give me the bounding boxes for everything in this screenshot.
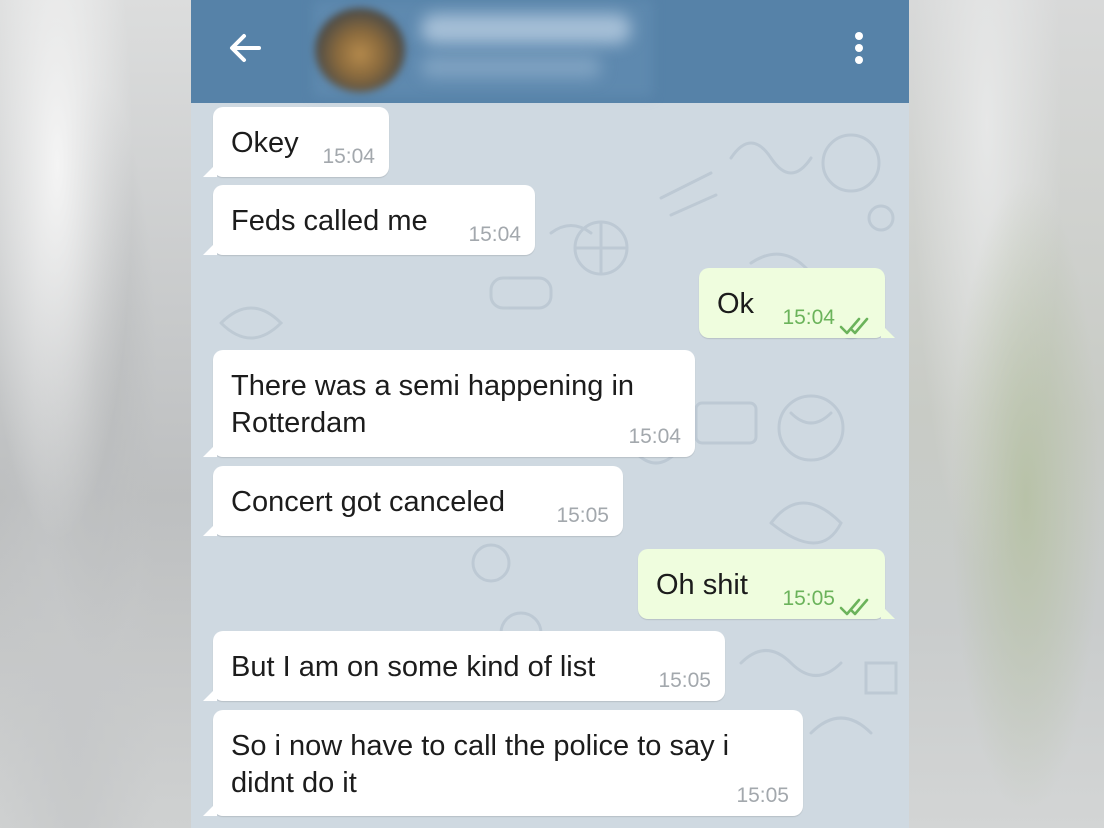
contact-status-redacted [421, 56, 601, 78]
message-bubble-incoming[interactable]: Okey 15:04 [203, 107, 389, 177]
avatar[interactable] [315, 8, 405, 92]
chat-header [191, 0, 909, 103]
message-time: 15:04 [468, 223, 521, 246]
double-check-icon [839, 309, 871, 335]
arrow-left-icon[interactable] [227, 30, 263, 66]
message-bubble-incoming[interactable]: So i now have to call the police to say … [203, 710, 803, 816]
message-bubble-incoming[interactable]: There was a semi happening in Rotterdam … [203, 350, 695, 457]
message-bubble-outgoing[interactable]: Oh shit 15:05 [638, 549, 895, 619]
message-time: 15:04 [322, 145, 375, 168]
message-bubble-incoming[interactable]: Feds called me 15:04 [203, 185, 535, 255]
double-check-icon [839, 590, 871, 616]
message-time: 15:05 [782, 587, 835, 610]
blurred-background-left [0, 0, 191, 828]
message-text: Ok [717, 288, 755, 320]
message-time: 15:05 [556, 504, 609, 527]
message-text: Okey [231, 127, 299, 159]
contact-name-redacted [421, 14, 631, 44]
message-text: Concert got canceled [231, 486, 506, 518]
message-bubble-outgoing[interactable]: Ok 15:04 [699, 268, 895, 338]
message-time: 15:05 [736, 784, 789, 807]
message-text: Oh shit [656, 569, 748, 601]
message-time: 15:04 [782, 306, 835, 329]
message-time: 15:04 [628, 425, 681, 448]
chat-screen: Okey 15:04 Feds called me 15:04 Ok 15:04… [191, 0, 909, 828]
message-bubble-incoming[interactable]: But I am on some kind of list 15:05 [203, 631, 725, 701]
message-time: 15:05 [658, 669, 711, 692]
message-text: So i now have to call the police to say … [231, 730, 730, 799]
message-text: Feds called me [231, 205, 428, 237]
message-bubble-incoming[interactable]: Concert got canceled 15:05 [203, 466, 623, 536]
message-text: There was a semi happening in Rotterdam [231, 370, 635, 439]
vertical-dots-icon[interactable] [849, 28, 869, 68]
message-text: But I am on some kind of list [231, 651, 596, 683]
blurred-background-right [909, 0, 1104, 828]
